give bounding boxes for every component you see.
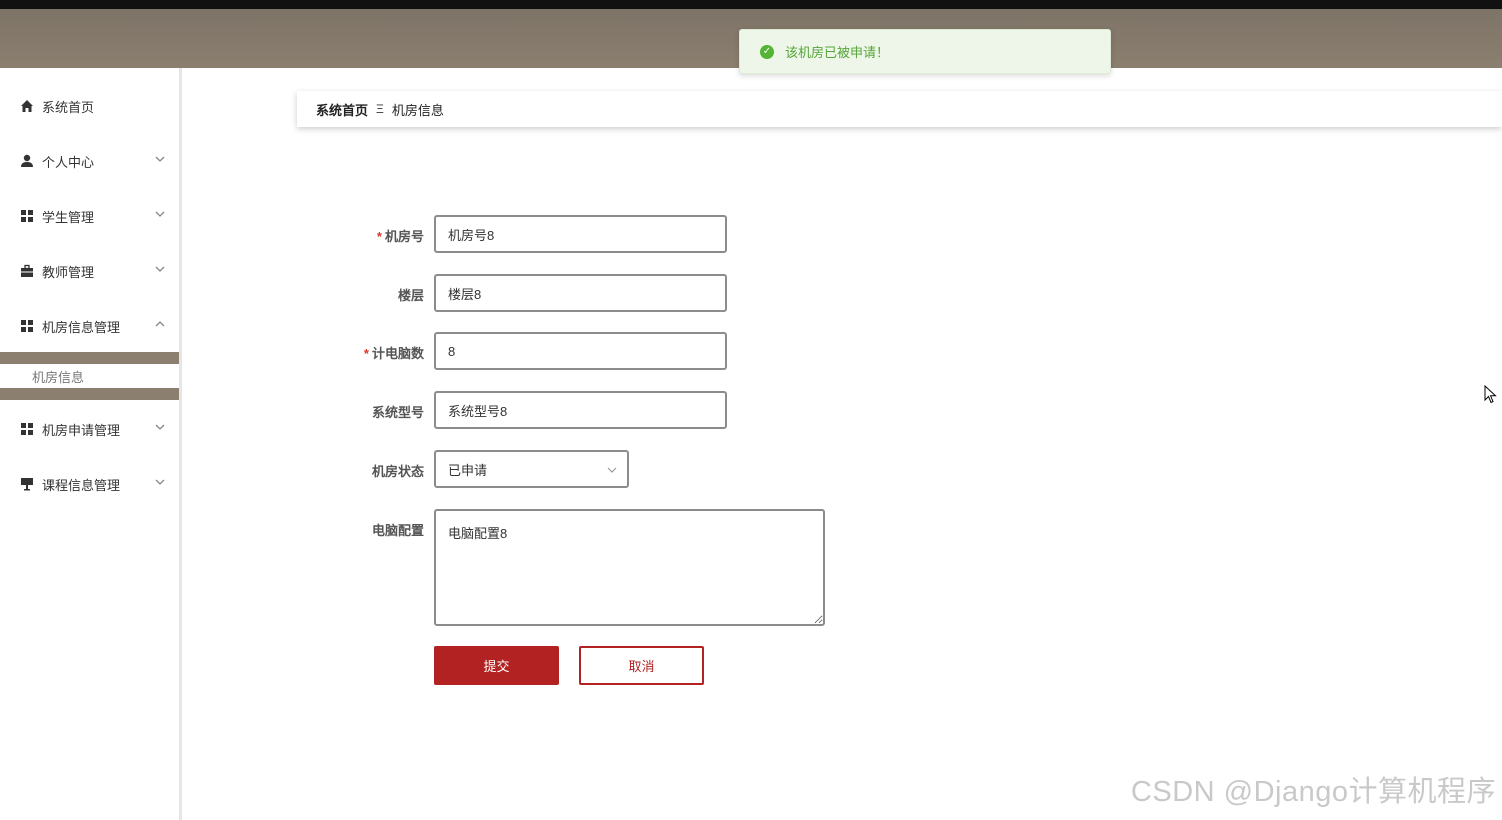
success-toast: ✓ 该机房已被申请！ bbox=[739, 29, 1111, 74]
chevron-down-icon bbox=[155, 156, 165, 162]
room-status-label: 机房状态 bbox=[371, 464, 424, 479]
grid-icon bbox=[20, 209, 34, 223]
form-row-room-number: * 机房号 bbox=[300, 215, 424, 255]
room-number-label: * 机房号 bbox=[376, 229, 424, 244]
sidebar-item-students[interactable]: 学生管理 bbox=[0, 204, 179, 228]
sidebar-item-label: 学生管理 bbox=[42, 209, 95, 225]
grid-icon bbox=[20, 422, 34, 436]
sidebar-item-label: 系统首页 bbox=[42, 99, 95, 115]
system-model-input[interactable] bbox=[434, 391, 727, 429]
form-row-floor: 楼层 bbox=[300, 274, 424, 314]
required-asterisk: * bbox=[363, 346, 369, 361]
submenu-item-label: 机房信息 bbox=[32, 369, 85, 385]
chevron-down-icon bbox=[155, 479, 165, 485]
sidebar-item-profile[interactable]: 个人中心 bbox=[0, 149, 179, 173]
computer-config-label: 电脑配置 bbox=[371, 523, 424, 538]
sidebar-item-label: 个人中心 bbox=[42, 154, 95, 170]
computer-config-textarea[interactable]: 电脑配置8 bbox=[434, 509, 825, 626]
form-row-computer-config: 电脑配置 bbox=[300, 509, 424, 549]
grid-icon bbox=[20, 319, 34, 333]
floor-label: 楼层 bbox=[397, 288, 424, 303]
breadcrumb-home[interactable]: 系统首页 bbox=[316, 100, 368, 119]
room-status-select[interactable]: 已申请 bbox=[434, 450, 629, 488]
sidebar-item-home[interactable]: 系统首页 bbox=[0, 94, 179, 118]
chevron-down-icon bbox=[607, 467, 617, 473]
breadcrumb: 系统首页 Ξ 机房信息 bbox=[297, 91, 1502, 127]
user-icon bbox=[20, 154, 34, 168]
presentation-icon bbox=[20, 477, 34, 491]
sidebar-item-label: 机房申请管理 bbox=[42, 422, 121, 438]
chevron-down-icon bbox=[155, 266, 165, 272]
watermark: CSDN @Django计算机程序 bbox=[1130, 776, 1496, 808]
form-row-computer-count: * 计电脑数 bbox=[300, 332, 424, 372]
chevron-up-icon bbox=[155, 321, 165, 327]
chevron-down-icon bbox=[155, 424, 165, 430]
computer-count-label: * 计电脑数 bbox=[363, 346, 424, 361]
room-status-value: 已申请 bbox=[448, 462, 488, 478]
sidebar-item-label: 机房信息管理 bbox=[42, 319, 121, 335]
room-number-input[interactable] bbox=[434, 215, 727, 253]
required-asterisk: * bbox=[376, 229, 382, 244]
sidebar-item-label: 课程信息管理 bbox=[42, 477, 121, 493]
sidebar-item-room-application-management[interactable]: 机房申请管理 bbox=[0, 417, 179, 441]
form-row-room-status: 机房状态 bbox=[300, 450, 424, 490]
floor-input[interactable] bbox=[434, 274, 727, 312]
sidebar-item-label: 教师管理 bbox=[42, 264, 95, 280]
briefcase-icon bbox=[20, 264, 34, 278]
breadcrumb-current: 机房信息 bbox=[391, 102, 444, 118]
sidebar-item-room-info-management[interactable]: 机房信息管理 bbox=[0, 314, 179, 338]
submenu-room-info: 机房信息 bbox=[0, 352, 179, 400]
submit-button[interactable]: 提交 bbox=[434, 646, 559, 685]
chevron-down-icon bbox=[155, 211, 165, 217]
submenu-item-room-info[interactable]: 机房信息 bbox=[0, 364, 179, 388]
form-row-system-model: 系统型号 bbox=[300, 391, 424, 431]
cancel-button[interactable]: 取消 bbox=[579, 646, 704, 685]
sidebar-item-teachers[interactable]: 教师管理 bbox=[0, 259, 179, 283]
sidebar: 系统首页 个人中心 学生管理 教师管理 机房信息管理 机房信息 机房申请管理 课… bbox=[0, 68, 182, 820]
system-model-label: 系统型号 bbox=[371, 405, 424, 420]
home-icon bbox=[20, 99, 34, 113]
toast-message: 该机房已被申请！ bbox=[785, 45, 890, 60]
computer-count-input[interactable] bbox=[434, 332, 727, 370]
sidebar-item-course-info-management[interactable]: 课程信息管理 bbox=[0, 472, 179, 496]
breadcrumb-separator: Ξ bbox=[376, 102, 384, 116]
check-circle-icon: ✓ bbox=[760, 44, 774, 59]
mouse-cursor-icon bbox=[1484, 385, 1497, 404]
